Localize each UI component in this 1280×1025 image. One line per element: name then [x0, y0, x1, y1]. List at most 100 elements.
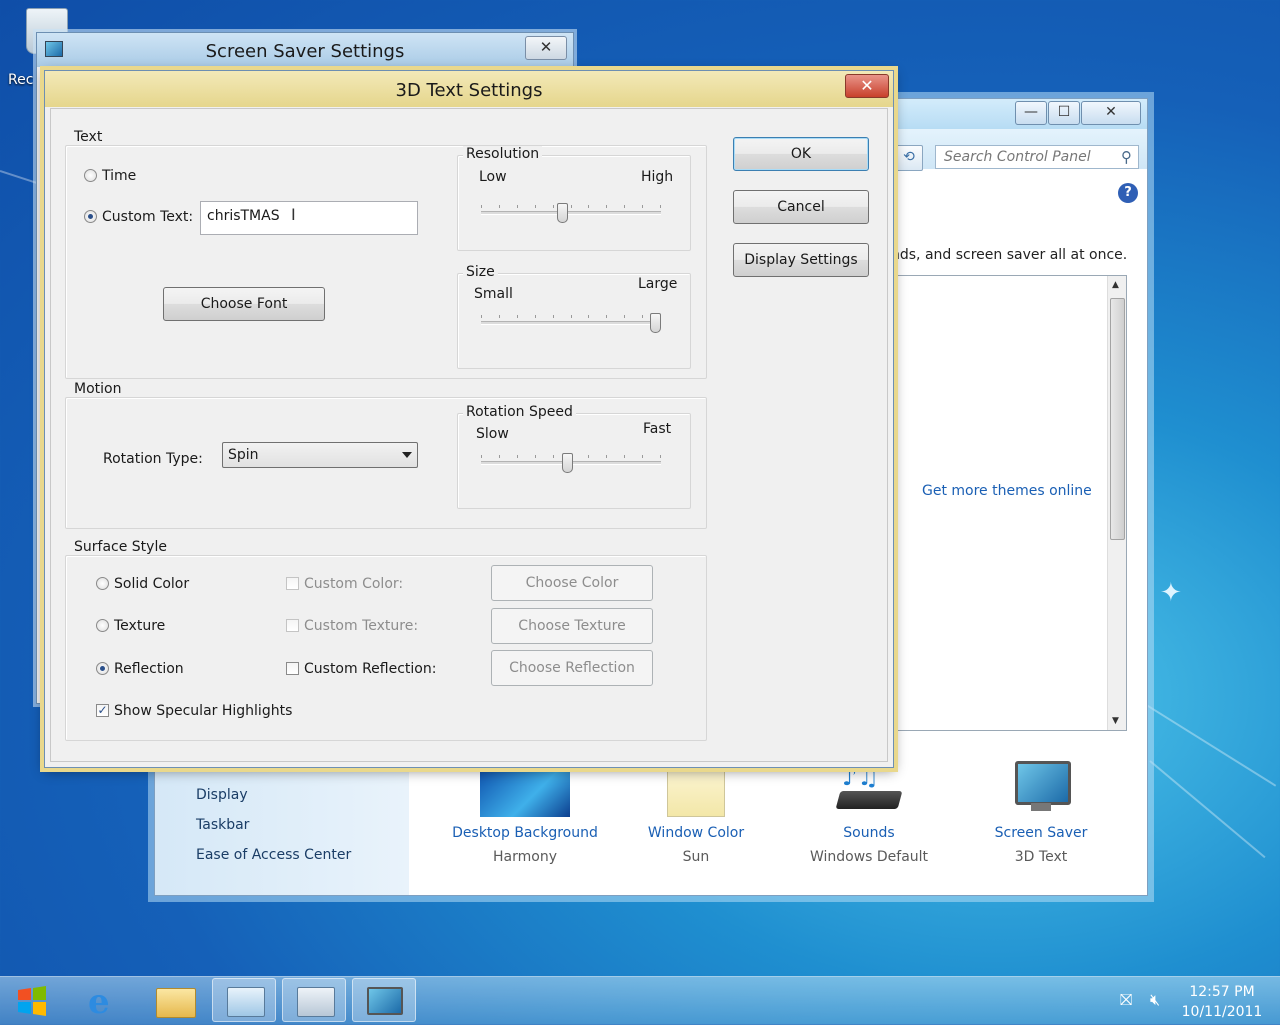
- slider-tick: [624, 315, 625, 318]
- slider-tick: [571, 205, 572, 208]
- desktop-streak: [1149, 760, 1266, 859]
- slider-thumb[interactable]: [650, 313, 661, 333]
- rotation-type-dropdown[interactable]: Spin: [222, 442, 418, 468]
- see-also-panel: Display Taskbar Ease of Access Center: [155, 761, 409, 895]
- slider-tick: [499, 455, 500, 458]
- 3d-text-settings-dialog: 3D Text Settings ✕ Text Time Custom Text…: [44, 70, 894, 768]
- custom-text-value: chrisTMAS: [207, 208, 280, 224]
- scroll-down-icon[interactable]: ▼: [1112, 716, 1119, 726]
- taskbar-file-explorer[interactable]: [142, 978, 206, 1022]
- search-placeholder: Search Control Panel: [944, 149, 1091, 165]
- screen-saver-value: 3D Text: [1014, 849, 1068, 865]
- rotation-speed-slow-label: Slow: [476, 426, 509, 442]
- display-settings-button[interactable]: Display Settings: [733, 243, 869, 277]
- solid-color-radio[interactable]: [96, 577, 109, 590]
- sounds-icon: ♪♫: [834, 761, 904, 817]
- resolution-slider[interactable]: [481, 201, 661, 227]
- slider-tick: [642, 205, 643, 208]
- reflection-radio[interactable]: [96, 662, 109, 675]
- screen-saver-label: Screen Saver: [994, 825, 1088, 841]
- custom-color-checkbox[interactable]: [286, 577, 299, 590]
- choose-reflection-button[interactable]: Choose Reflection: [491, 650, 653, 686]
- folder-icon: [156, 988, 196, 1018]
- theme-list-scrollbar[interactable]: ▲ ▼: [1107, 276, 1126, 730]
- choose-color-button[interactable]: Choose Color: [491, 565, 653, 601]
- motion-group-title: Motion: [71, 381, 125, 397]
- slider-tick: [624, 455, 625, 458]
- screen-saver-close-button[interactable]: ✕: [525, 36, 567, 60]
- slider-thumb[interactable]: [557, 203, 568, 223]
- custom-reflection-checkbox[interactable]: [286, 662, 299, 675]
- custom-text-radio[interactable]: [84, 210, 97, 223]
- theme-list[interactable]: ▲ ▼: [893, 275, 1127, 731]
- slider-tick: [517, 455, 518, 458]
- taskbar-display-settings[interactable]: [282, 978, 346, 1022]
- internet-explorer-icon: e: [88, 982, 110, 1022]
- window-color-swatch: [667, 761, 725, 817]
- slider-tick: [499, 205, 500, 208]
- ok-button[interactable]: OK: [733, 137, 869, 171]
- slider-tick: [481, 455, 482, 458]
- clock[interactable]: 12:57 PM 10/11/2011: [1180, 982, 1264, 1022]
- reflection-label: Reflection: [114, 661, 184, 677]
- screen-saver-icon: [1011, 761, 1071, 817]
- slider-tick: [535, 455, 536, 458]
- refresh-icon[interactable]: ⟲: [895, 145, 923, 171]
- slider-tick: [588, 315, 589, 318]
- slider-tick: [571, 315, 572, 318]
- taskbar-control-panel[interactable]: [212, 978, 276, 1022]
- slider-tick: [660, 205, 661, 208]
- help-icon[interactable]: ?: [1118, 183, 1138, 203]
- surface-style-title: Surface Style: [71, 539, 170, 555]
- slider-tick: [553, 205, 554, 208]
- network-icon[interactable]: ⛝: [1120, 990, 1132, 1010]
- taskbar-screen-saver[interactable]: [352, 978, 416, 1022]
- window-color-item[interactable]: Window Color Sun: [616, 761, 776, 865]
- slider-tick: [660, 455, 661, 458]
- screen-saver-item[interactable]: Screen Saver 3D Text: [961, 761, 1121, 865]
- custom-text-input[interactable]: chrisTMAS I: [200, 201, 418, 235]
- text-group-title: Text: [71, 129, 106, 145]
- dialog-close-button[interactable]: ✕: [845, 74, 889, 98]
- choose-texture-button[interactable]: Choose Texture: [491, 608, 653, 644]
- resolution-high-label: High: [641, 169, 674, 185]
- scroll-thumb[interactable]: [1110, 298, 1125, 540]
- close-button[interactable]: ✕: [1081, 101, 1141, 125]
- scroll-up-icon[interactable]: ▲: [1112, 280, 1119, 290]
- see-also-ease-of-access-link[interactable]: Ease of Access Center: [196, 847, 351, 863]
- start-button[interactable]: [0, 978, 66, 1024]
- see-also-taskbar-link[interactable]: Taskbar: [196, 817, 249, 833]
- custom-text-label: Custom Text:: [102, 209, 194, 225]
- volume-muted-icon[interactable]: 🔇︎: [1150, 990, 1160, 1010]
- desktop-background-value: Harmony: [493, 849, 557, 865]
- see-also-display-link[interactable]: Display: [196, 787, 248, 803]
- desktop-background-item[interactable]: Desktop Background Harmony: [445, 761, 605, 865]
- slider-thumb[interactable]: [562, 453, 573, 473]
- window-color-value: Sun: [682, 849, 710, 865]
- slider-track: [481, 321, 661, 325]
- sounds-item[interactable]: ♪♫ Sounds Windows Default: [789, 761, 949, 865]
- sounds-label: Sounds: [843, 825, 895, 841]
- dialog-title: 3D Text Settings: [395, 80, 543, 101]
- bird-icon: ✦: [1160, 578, 1182, 608]
- get-more-themes-link[interactable]: Get more themes online: [922, 483, 1092, 499]
- size-large-label: Large: [638, 276, 678, 292]
- size-small-label: Small: [474, 286, 513, 302]
- cancel-button[interactable]: Cancel: [733, 190, 869, 224]
- search-input[interactable]: Search Control Panel ⚲: [935, 145, 1139, 169]
- size-slider[interactable]: [481, 311, 661, 337]
- choose-font-button[interactable]: Choose Font: [163, 287, 325, 321]
- slider-tick: [535, 315, 536, 318]
- taskbar-internet-explorer[interactable]: e: [72, 978, 136, 1022]
- rotation-type-value: Spin: [228, 447, 259, 463]
- texture-radio[interactable]: [96, 619, 109, 632]
- minimize-button[interactable]: —: [1015, 101, 1047, 125]
- time-label: Time: [102, 168, 137, 184]
- slider-tick: [481, 315, 482, 318]
- maximize-button[interactable]: ☐: [1048, 101, 1080, 125]
- custom-texture-checkbox[interactable]: [286, 619, 299, 632]
- slider-tick: [535, 205, 536, 208]
- specular-highlights-checkbox[interactable]: ✓: [96, 704, 109, 717]
- time-radio[interactable]: [84, 169, 97, 182]
- rotation-speed-slider[interactable]: [481, 451, 661, 477]
